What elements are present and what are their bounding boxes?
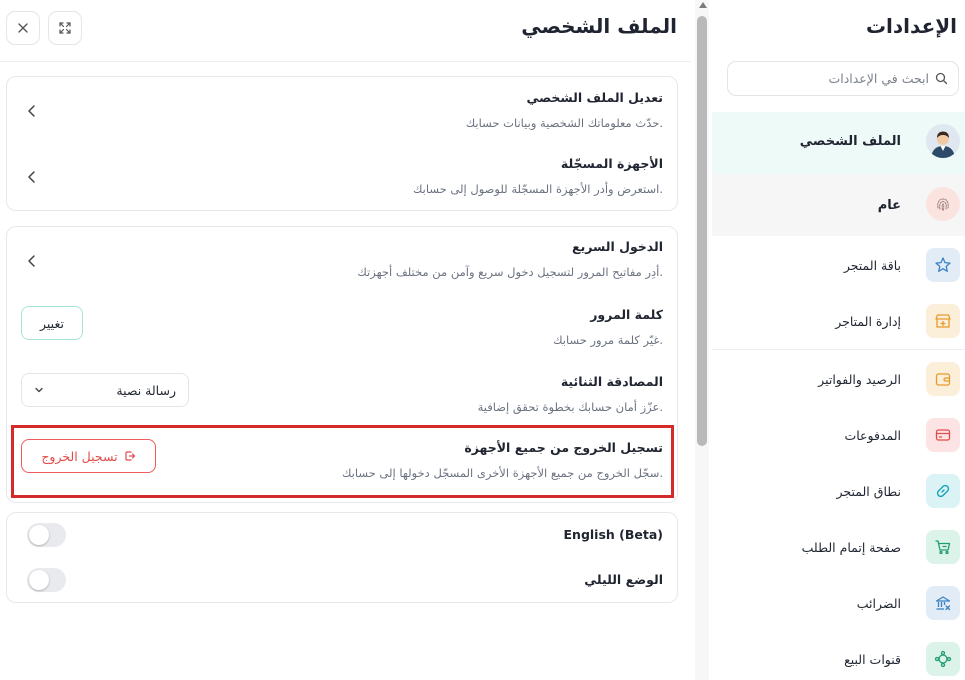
channels-icon (926, 642, 960, 676)
sidebar-item-label: الرصيد والفواتير (818, 372, 901, 387)
scrollbar-thumb[interactable] (697, 16, 707, 446)
sidebar-item-domain[interactable]: نطاق المتجر (712, 462, 965, 524)
two-factor-select[interactable]: رسالة نصية (21, 373, 189, 407)
sidebar-item-label: المدفوعات (844, 428, 901, 443)
english-row: English (Beta) (7, 513, 677, 558)
toggle-knob (29, 570, 49, 590)
page-title: الملف الشخصي (521, 14, 677, 38)
english-label: English (Beta) (563, 527, 664, 542)
search-input[interactable] (749, 71, 929, 86)
settings-sidebar: الإعدادات الملف الشخصي عام (712, 0, 965, 680)
close-button[interactable] (6, 11, 40, 45)
cart-icon (926, 530, 960, 564)
two-factor-desc: عزّز أمان حسابك بخطوة تحقق إضافية. (477, 400, 663, 414)
sidebar-item-channels[interactable]: قنوات البيع (712, 630, 965, 680)
sidebar-item-checkout[interactable]: صفحة إتمام الطلب (712, 518, 965, 580)
password-row: كلمة المرور غيّر كلمة مرور حسابك. تغيير (7, 295, 677, 362)
quick-login-desc: أدِر مفاتيح المرور لتسجيل دخول سريع وآمن… (357, 265, 663, 279)
edit-profile-desc: حدّث معلوماتك الشخصية وبيانات حسابك. (465, 116, 663, 130)
registered-devices-title: الأجهزة المسجّلة (560, 156, 663, 171)
two-factor-title: المصادقة الثنائية (560, 374, 663, 389)
edit-profile-row[interactable]: تعديل الملف الشخصي حدّث معلوماتك الشخصية… (7, 77, 677, 144)
sidebar-item-label: عام (877, 198, 901, 213)
sidebar-item-label: قنوات البيع (844, 652, 901, 667)
bank-icon (926, 586, 960, 620)
panel-header: الملف الشخصي (0, 0, 691, 62)
change-password-button[interactable]: تغيير (21, 306, 83, 340)
sidebar-title: الإعدادات (865, 14, 957, 38)
fingerprint-icon (926, 187, 960, 221)
profile-settings-card: تعديل الملف الشخصي حدّث معلوماتك الشخصية… (6, 76, 678, 211)
dark-mode-row: الوضع الليلي (7, 558, 677, 603)
two-factor-selected: رسالة نصية (116, 382, 176, 398)
sidebar-item-label: صفحة إتمام الطلب (801, 540, 901, 555)
dark-mode-label: الوضع الليلي (584, 572, 663, 587)
sidebar-item-label: الملف الشخصي (799, 134, 901, 149)
dark-mode-toggle[interactable] (27, 568, 66, 592)
chevron-left-icon (28, 255, 35, 267)
edit-profile-title: تعديل الملف الشخصي (526, 90, 663, 105)
profile-panel: الملف الشخصي تعديل الملف الشخصي حدّث معل… (0, 0, 691, 680)
registered-devices-desc: استعرض وأدر الأجهزة المسجّلة للوصول إلى … (412, 182, 663, 196)
expand-button[interactable] (48, 11, 82, 45)
link-icon (926, 474, 960, 508)
avatar-icon (926, 124, 960, 158)
sidebar-item-label: الضرائب (856, 596, 901, 611)
sidebar-item-label: نطاق المتجر (836, 484, 901, 499)
registered-devices-row[interactable]: الأجهزة المسجّلة استعرض وأدر الأجهزة الم… (7, 144, 677, 211)
sidebar-item-taxes[interactable]: الضرائب (712, 574, 965, 636)
close-icon (18, 23, 28, 33)
password-desc: غيّر كلمة مرور حسابك. (553, 333, 663, 347)
sidebar-item-profile[interactable]: الملف الشخصي (712, 112, 965, 174)
chevron-down-icon (35, 387, 43, 393)
store-icon (926, 304, 960, 338)
chevron-left-icon (28, 105, 35, 117)
scroll-up-arrow[interactable] (699, 2, 707, 8)
search-icon (935, 72, 948, 85)
sidebar-item-store-plan[interactable]: باقة المتجر (712, 236, 965, 298)
english-toggle[interactable] (27, 523, 66, 547)
search-box (727, 61, 959, 96)
wallet-icon (926, 362, 960, 396)
password-title: كلمة المرور (590, 307, 663, 322)
quick-login-title: الدخول السريع (572, 239, 663, 254)
sidebar-item-general[interactable]: عام (712, 174, 965, 236)
sidebar-item-balance[interactable]: الرصيد والفواتير (712, 350, 965, 412)
sidebar-item-label: إدارة المتاجر (835, 314, 901, 329)
chevron-left-icon (28, 171, 35, 183)
sidebar-item-label: باقة المتجر (843, 258, 901, 273)
preferences-card: English (Beta) الوضع الليلي (6, 512, 678, 603)
expand-icon (59, 22, 71, 34)
highlight-box (11, 425, 674, 498)
two-factor-row: المصادقة الثنائية عزّز أمان حسابك بخطوة … (7, 362, 677, 429)
toggle-knob (29, 525, 49, 545)
sidebar-item-store-management[interactable]: إدارة المتاجر (712, 292, 965, 354)
sidebar-item-payments[interactable]: المدفوعات (712, 406, 965, 468)
card-icon (926, 418, 960, 452)
star-icon (926, 248, 960, 282)
quick-login-row[interactable]: الدخول السريع أدِر مفاتيح المرور لتسجيل … (7, 227, 677, 295)
